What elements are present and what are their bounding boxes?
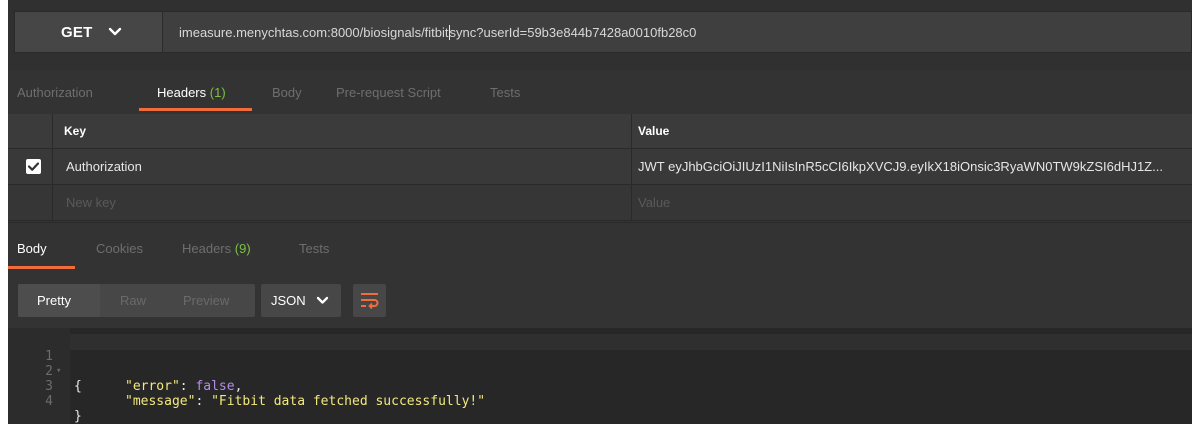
tab-count-badge: (1) <box>209 85 226 100</box>
view-mode-raw[interactable]: Raw <box>120 293 146 308</box>
request-url-row: GET imeasure.menychtas.com:8000/biosigna… <box>8 0 1192 70</box>
url-bar: GET imeasure.menychtas.com:8000/biosigna… <box>14 11 1192 53</box>
tab-label: Pre-request Script <box>336 85 441 100</box>
tab-tests[interactable]: Tests <box>490 85 520 100</box>
new-key-input[interactable]: New key <box>66 195 116 210</box>
column-header-key: Key <box>64 124 87 138</box>
url-text-after-cursor: sync?userId=59b3e844b7428a0010fb28c0 <box>449 25 697 40</box>
tab-authorization[interactable]: Authorization <box>17 85 93 100</box>
method-label: GET <box>61 24 93 41</box>
code-text: } <box>74 409 82 424</box>
format-label: JSON <box>271 293 306 308</box>
header-value-input[interactable]: JWT eyJhbGciOiJIUzI1NiIsInR5cCI6IkpXVCJ9… <box>638 159 1192 174</box>
json-key: "message" <box>125 394 196 409</box>
code-line: 4 } <box>8 379 1192 424</box>
table-row-new: New key Value <box>8 185 1192 221</box>
code-text: "message": "Fitbit data fetched successf… <box>125 394 485 409</box>
request-tabs: Authorization Headers (1) Body Pre-reque… <box>8 70 1192 114</box>
tab-response-tests[interactable]: Tests <box>299 241 329 256</box>
line-number: 4 <box>45 394 53 409</box>
response-tabs: Body Cookies Headers (9) Tests <box>8 222 1192 272</box>
view-mode-preview[interactable]: Preview <box>183 293 229 308</box>
header-key-input[interactable]: Authorization <box>66 159 626 174</box>
tab-label: Tests <box>299 241 330 256</box>
code-line: 2 "error": false, <box>8 349 1192 394</box>
method-select[interactable]: GET <box>15 12 163 52</box>
response-toolbar: Pretty Raw Preview JSON <box>8 272 1192 328</box>
tab-label: Headers <box>182 241 232 256</box>
code-line: 3 "message": "Fitbit data fetched succes… <box>8 364 1192 409</box>
tab-headers[interactable]: Headers (1) <box>157 85 226 100</box>
chevron-down-icon <box>108 27 122 36</box>
postman-window: GET imeasure.menychtas.com:8000/biosigna… <box>8 0 1192 424</box>
tab-label: Headers <box>157 85 207 100</box>
tab-response-body[interactable]: Body <box>17 241 47 256</box>
column-divider <box>52 185 53 220</box>
tab-label: Tests <box>490 85 521 100</box>
headers-table: Key Value Authorization JWT eyJhbGciOiJI… <box>8 114 1192 222</box>
tab-pre-request-script[interactable]: Pre-request Script <box>336 85 441 100</box>
tab-response-cookies[interactable]: Cookies <box>96 241 143 256</box>
tab-body[interactable]: Body <box>272 85 302 100</box>
url-text-before-cursor: imeasure.menychtas.com:8000/biosignals/f… <box>179 25 449 40</box>
json-separator: : <box>195 394 212 409</box>
tab-count-badge: (9) <box>234 241 251 256</box>
tab-label: Body <box>272 85 302 100</box>
url-input[interactable]: imeasure.menychtas.com:8000/biosignals/f… <box>179 25 696 40</box>
wrap-lines-button[interactable] <box>353 284 386 317</box>
table-row: Authorization JWT eyJhbGciOiJIUzI1NiIsIn… <box>8 149 1192 185</box>
tab-response-headers[interactable]: Headers (9) <box>182 241 251 256</box>
response-body-editor[interactable]: 1 ▾ { 2 "error": false, 3 "message": "Fi… <box>8 328 1192 424</box>
view-mode-toggle: Pretty Raw Preview <box>18 284 255 317</box>
view-mode-pretty[interactable]: Pretty <box>37 293 71 308</box>
column-divider <box>631 149 632 184</box>
code-line: 1 ▾ { <box>8 334 1192 394</box>
tab-label: Body <box>17 241 47 256</box>
format-select[interactable]: JSON <box>261 284 341 317</box>
wrap-lines-icon <box>361 293 379 309</box>
table-header-row: Key Value <box>8 114 1192 149</box>
header-enabled-checkbox[interactable] <box>26 159 41 174</box>
tab-label: Cookies <box>96 241 143 256</box>
active-tab-indicator <box>8 266 75 269</box>
column-divider <box>631 185 632 220</box>
column-divider <box>631 114 632 148</box>
check-icon <box>27 162 40 171</box>
tab-label: Authorization <box>17 85 93 100</box>
column-divider <box>52 114 53 148</box>
column-header-value: Value <box>638 124 670 138</box>
chevron-down-icon <box>316 296 329 304</box>
column-divider <box>52 149 53 184</box>
new-value-input[interactable]: Value <box>638 195 670 210</box>
json-string: "Fitbit data fetched successfully!" <box>211 394 486 409</box>
active-tab-indicator <box>139 108 252 111</box>
